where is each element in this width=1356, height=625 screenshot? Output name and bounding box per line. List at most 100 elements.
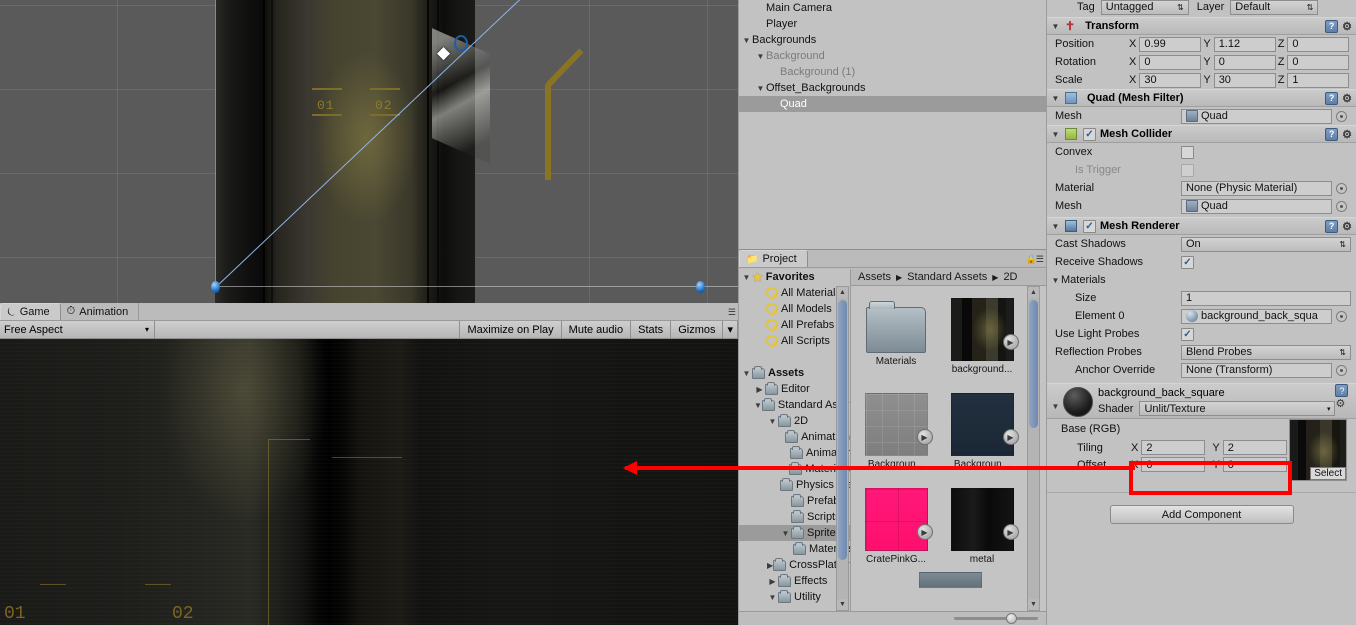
tree-scroll-thumb[interactable]: [838, 300, 847, 560]
anchor-override-field[interactable]: None (Transform): [1181, 362, 1332, 378]
layer-dropdown[interactable]: Default ⇅: [1230, 0, 1319, 15]
tab-game[interactable]: ⏾ Game: [0, 303, 61, 320]
shader-dropdown[interactable]: Unlit/Texture ▾: [1139, 401, 1336, 416]
gear-icon[interactable]: ⚙: [1335, 398, 1345, 410]
gear-icon[interactable]: ⚙: [1342, 20, 1352, 33]
project-tree-item-materials[interactable]: Materials: [739, 461, 850, 477]
chevron-down-icon[interactable]: ▼: [1050, 276, 1061, 285]
rotate-gizmo-icon[interactable]: [454, 35, 468, 52]
hierarchy-item-background[interactable]: ▼ Background: [739, 48, 1046, 64]
asset-item[interactable]: Materials: [859, 298, 933, 367]
project-tree[interactable]: ▼ ★ Favorites All Materials All Models All Pr…: [739, 269, 851, 611]
project-tree-item-all-materials[interactable]: All Materials: [739, 285, 850, 301]
collider-mesh-field[interactable]: Quad: [1181, 198, 1332, 214]
tab-project[interactable]: 📁 Project: [739, 250, 808, 267]
hierarchy-item-background-1-[interactable]: Background (1): [739, 64, 1046, 80]
add-component-button[interactable]: Add Component: [1109, 505, 1294, 524]
project-tree-item-sprites[interactable]: ▼ Sprites: [739, 525, 850, 541]
material-header[interactable]: ▼ background_back_square Shader Unlit/Te…: [1047, 383, 1356, 419]
project-tree-item-all-prefabs[interactable]: All Prefabs: [739, 317, 850, 333]
gizmos-dropdown-icon[interactable]: ▾: [723, 321, 738, 338]
scroll-up-icon[interactable]: ▲: [1028, 287, 1039, 298]
preview-play-icon[interactable]: ▶: [1002, 524, 1019, 540]
help-icon[interactable]: ?: [1325, 19, 1339, 33]
project-tree-item-assets[interactable]: ▼ Assets: [739, 365, 850, 381]
asset-partial[interactable]: [913, 572, 987, 588]
transform-position-y-input[interactable]: 1.12: [1213, 36, 1276, 52]
project-tree-item-physics-materials[interactable]: Physics Materials: [739, 477, 850, 493]
asset-item[interactable]: ▶ Backgroun...: [945, 393, 1019, 470]
tab-animation[interactable]: ⏱ Animation: [60, 303, 140, 320]
offset-x-input[interactable]: 0: [1141, 457, 1206, 472]
mesh-renderer-enabled-checkbox[interactable]: ✓: [1083, 219, 1096, 233]
chevron-right-icon[interactable]: ▶: [767, 577, 778, 586]
chevron-down-icon[interactable]: ▼: [755, 52, 766, 61]
hierarchy-item-player[interactable]: Player: [739, 16, 1046, 32]
project-tree-item-standard-assets[interactable]: ▼ Standard Assets: [739, 397, 850, 413]
object-picker-icon[interactable]: [1336, 110, 1347, 122]
help-icon[interactable]: ?: [1335, 384, 1349, 397]
chevron-down-icon[interactable]: ▼: [741, 273, 752, 282]
breadcrumb-2d[interactable]: 2D: [1003, 271, 1017, 283]
project-tree-item-animator[interactable]: Animator: [739, 445, 850, 461]
slider-knob[interactable]: [1006, 613, 1017, 624]
breadcrumb-standard-assets[interactable]: Standard Assets: [907, 271, 987, 283]
preview-play-icon[interactable]: ▶: [1002, 429, 1019, 445]
scroll-down-icon[interactable]: ▼: [837, 599, 848, 610]
chevron-down-icon[interactable]: ▼: [1050, 222, 1061, 231]
object-picker-icon[interactable]: [1336, 200, 1347, 212]
receive-shadows-checkbox[interactable]: ✓: [1181, 255, 1194, 269]
chevron-down-icon[interactable]: ▼: [755, 84, 766, 93]
project-tree-item-animation[interactable]: Animation: [739, 429, 850, 445]
chevron-down-icon[interactable]: ▼: [741, 369, 752, 378]
transform-position-x-input[interactable]: 0.99: [1139, 36, 1202, 52]
mesh-renderer-component-header[interactable]: ▼ ✓ Mesh Renderer ? ⚙: [1047, 217, 1356, 235]
project-options-icon[interactable]: 🔒☰: [1026, 254, 1044, 265]
project-tree-item-favorites[interactable]: ▼ ★ Favorites: [739, 269, 850, 285]
mesh-filter-component-header[interactable]: ▼ Quad (Mesh Filter) ? ⚙: [1047, 89, 1356, 107]
mute-audio-button[interactable]: Mute audio: [561, 321, 632, 338]
reflection-probes-dropdown[interactable]: Blend Probes ⇅: [1181, 344, 1351, 360]
asset-item[interactable]: ▶ background...: [945, 298, 1019, 375]
chevron-down-icon[interactable]: ▼: [1050, 130, 1061, 139]
transform-position-z-input[interactable]: 0: [1287, 36, 1350, 52]
preview-play-icon[interactable]: ▶: [1002, 334, 1019, 350]
preview-play-icon[interactable]: ▶: [916, 429, 933, 445]
tiling-x-input[interactable]: 2: [1141, 440, 1206, 455]
chevron-down-icon[interactable]: ▼: [767, 417, 778, 426]
chevron-down-icon[interactable]: ▼: [1050, 94, 1061, 103]
chevron-down-icon[interactable]: ▼: [780, 529, 791, 538]
materials-element0-field[interactable]: background_back_squa: [1181, 308, 1332, 324]
transform-component-header[interactable]: ▼ ✝ Transform ? ⚙: [1047, 17, 1356, 35]
transform-scale-z-input[interactable]: 1: [1287, 72, 1350, 88]
mesh-collider-component-header[interactable]: ▼ ✓ Mesh Collider ? ⚙: [1047, 125, 1356, 143]
tag-dropdown[interactable]: Untagged ⇅: [1100, 0, 1189, 15]
project-tree-item-all-scripts[interactable]: All Scripts: [739, 333, 850, 349]
scroll-down-icon[interactable]: ▼: [1028, 599, 1039, 610]
chevron-right-icon[interactable]: ▶: [754, 385, 765, 394]
hierarchy-item-main-camera[interactable]: Main Camera: [739, 0, 1046, 16]
chevron-down-icon[interactable]: ▼: [1050, 22, 1061, 31]
tiling-y-input[interactable]: 2: [1222, 440, 1287, 455]
transform-rotation-z-input[interactable]: 0: [1287, 54, 1350, 70]
project-tree-item-effects[interactable]: ▶ Effects: [739, 573, 850, 589]
materials-foldout-row[interactable]: ▼ Materials: [1047, 271, 1356, 289]
mesh-collider-enabled-checkbox[interactable]: ✓: [1083, 127, 1096, 141]
transform-scale-y-input[interactable]: 30: [1213, 72, 1276, 88]
project-tree-item-materials[interactable]: Materials: [739, 541, 850, 557]
texture-preview[interactable]: Select: [1289, 419, 1347, 481]
materials-size-field[interactable]: 1: [1181, 290, 1351, 306]
panel-options-icon[interactable]: ☰: [728, 307, 736, 318]
tree-scrollbar[interactable]: ▲ ▼: [836, 286, 849, 611]
hierarchy-item-backgrounds[interactable]: ▼ Backgrounds: [739, 32, 1046, 48]
select-texture-button[interactable]: Select: [1310, 467, 1346, 480]
scroll-up-icon[interactable]: ▲: [837, 287, 848, 298]
transform-rotation-x-input[interactable]: 0: [1139, 54, 1202, 70]
gizmos-button[interactable]: Gizmos: [671, 321, 724, 338]
object-picker-icon[interactable]: [1336, 310, 1347, 322]
chevron-down-icon[interactable]: ▼: [767, 593, 778, 602]
asset-item[interactable]: ▶ Backgroun...: [859, 393, 933, 470]
asset-item[interactable]: ▶ metal: [945, 488, 1019, 565]
gear-icon[interactable]: ⚙: [1342, 128, 1352, 141]
grid-scroll-thumb[interactable]: [1029, 300, 1038, 428]
